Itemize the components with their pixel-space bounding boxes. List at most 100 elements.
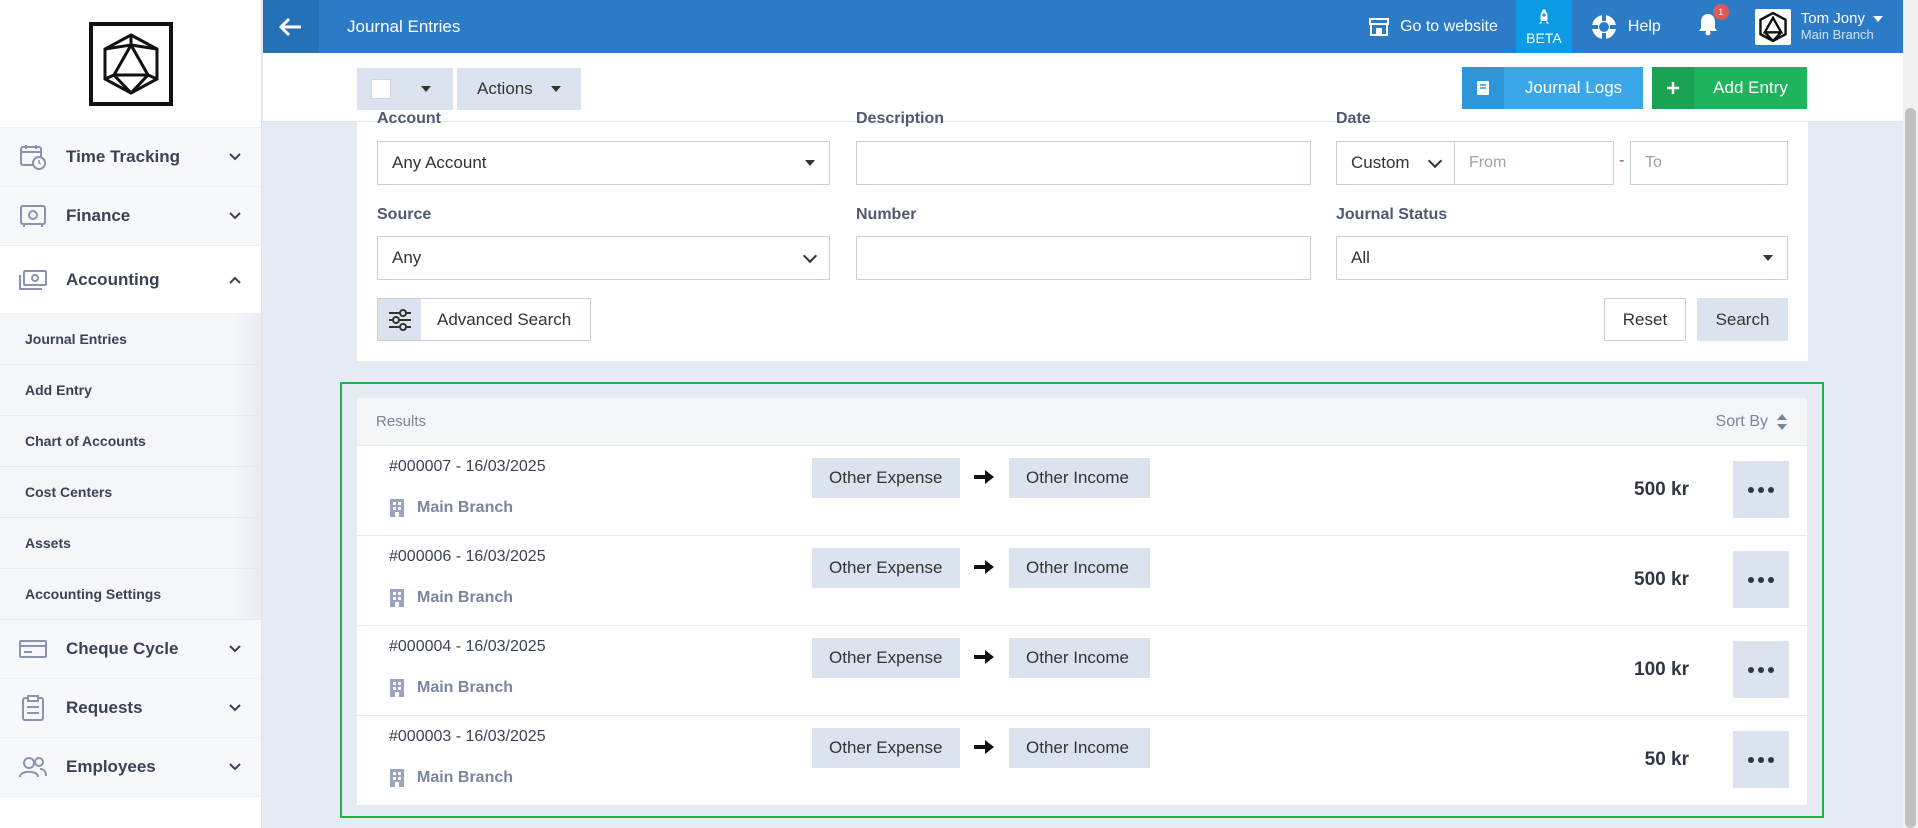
filter-panel: Account Any Account Description Date Cus… [357, 110, 1808, 361]
sidebar-item-accounting[interactable]: Accounting [0, 246, 261, 314]
account-select[interactable]: Any Account [377, 141, 830, 185]
date-separator: - [1619, 152, 1625, 169]
entry-amount: 500 kr [1634, 479, 1689, 500]
caret-down-icon [421, 86, 431, 92]
branch-label: Main Branch [417, 589, 514, 606]
reset-button[interactable]: Reset [1604, 298, 1686, 341]
accounting-submenu: Journal Entries Add Entry Chart of Accou… [0, 314, 261, 620]
entry-amount: 50 kr [1644, 749, 1689, 770]
clipboard-icon [18, 693, 48, 723]
advanced-search-button[interactable]: Advanced Search [377, 298, 591, 341]
user-branch: Main Branch [1800, 27, 1874, 42]
sliders-icon [378, 299, 421, 340]
sort-by-button[interactable]: Sort By [1716, 413, 1788, 431]
description-input[interactable] [856, 141, 1311, 185]
date-from-placeholder: From [1469, 154, 1507, 171]
chevron-down-icon [1427, 153, 1443, 169]
sidebar-item-cheque-cycle[interactable]: Cheque Cycle [0, 620, 261, 679]
arrow-right-icon [971, 644, 997, 670]
notifications-button[interactable]: 1 [1679, 0, 1737, 53]
go-to-website-link[interactable]: Go to website [1350, 0, 1516, 53]
cash-icon [18, 265, 48, 295]
sidebar-item-time-tracking[interactable]: Time Tracking [0, 128, 261, 187]
journal-logs-label: Journal Logs [1524, 78, 1623, 97]
results-header: Results Sort By [357, 398, 1807, 445]
beta-label: BETA [1526, 29, 1562, 46]
date-mode-select[interactable]: Custom [1336, 141, 1455, 185]
credit-account-tag: Other Income [1009, 458, 1150, 498]
debit-account-tag: Other Expense [812, 458, 960, 498]
date-from-input[interactable]: From [1454, 141, 1614, 185]
sidebar-subitem-assets[interactable]: Assets [0, 518, 261, 569]
chevron-down-icon [802, 248, 818, 264]
advanced-search-label: Advanced Search [437, 309, 572, 329]
select-all-checkbox[interactable] [371, 79, 391, 99]
clock-calendar-icon [18, 142, 48, 172]
notification-badge: 1 [1712, 4, 1729, 20]
more-options-button[interactable] [1733, 641, 1789, 698]
table-row[interactable]: #000004 - 16/03/2025 Main Branch Other E… [357, 625, 1807, 715]
actions-dropdown[interactable]: Actions [457, 68, 581, 110]
chevron-down-icon [227, 208, 243, 224]
date-label: Date [1336, 110, 1371, 127]
scrollbar[interactable] [1903, 0, 1918, 828]
account-label: Account [377, 110, 441, 127]
arrow-right-icon [971, 554, 997, 580]
description-label: Description [856, 110, 945, 127]
results-panel: Results Sort By #000007 - 16/03/2025 Mai… [357, 398, 1807, 805]
beta-button[interactable]: BETA [1515, 0, 1572, 53]
help-button[interactable]: Help [1572, 0, 1679, 53]
top-right-menu: Go to website BETA Help 1 Tom Jony Main … [1350, 0, 1903, 53]
results-title: Results [376, 413, 427, 430]
arrow-left-icon [279, 17, 301, 36]
safe-icon [18, 201, 48, 231]
sidebar-item-requests[interactable]: Requests [0, 679, 261, 738]
sort-icon [1777, 413, 1787, 430]
avatar [1754, 8, 1791, 45]
sidebar-subitem-chart-of-accounts[interactable]: Chart of Accounts [0, 416, 261, 467]
add-entry-button[interactable]: Add Entry [1652, 67, 1807, 109]
sidebar: Time Tracking Finance Accounting Journal… [0, 0, 262, 828]
company-logo[interactable] [88, 21, 173, 106]
credit-account-tag: Other Income [1009, 548, 1150, 588]
actions-label: Actions [477, 79, 533, 98]
debit-account-tag: Other Expense [812, 548, 960, 588]
sidebar-item-employees[interactable]: Employees [0, 738, 261, 797]
rocket-icon [1538, 8, 1549, 24]
sidebar-subitem-accounting-settings[interactable]: Accounting Settings [0, 569, 261, 620]
source-select[interactable]: Any [377, 236, 830, 280]
sidebar-item-label: Accounting [66, 269, 160, 289]
sidebar-item-finance[interactable]: Finance [0, 187, 261, 246]
cheque-icon [18, 634, 48, 664]
sidebar-item-label: Employees [66, 757, 156, 776]
entry-branch: Main Branch [389, 768, 513, 788]
date-to-input[interactable]: To [1630, 141, 1788, 185]
building-icon [390, 589, 404, 607]
select-all-dropdown[interactable] [357, 68, 453, 110]
people-icon [18, 752, 48, 782]
scrollbar-thumb[interactable] [1905, 108, 1916, 828]
more-options-button[interactable] [1733, 461, 1789, 518]
user-menu[interactable]: Tom Jony Main Branch [1737, 0, 1903, 53]
sidebar-subitem-cost-centers[interactable]: Cost Centers [0, 467, 261, 518]
number-input[interactable] [856, 236, 1311, 280]
more-options-button[interactable] [1733, 731, 1789, 788]
back-button[interactable] [263, 0, 319, 53]
more-options-button[interactable] [1733, 551, 1789, 608]
sidebar-item-label: Finance [66, 206, 131, 225]
source-label: Source [377, 206, 432, 223]
entry-amount: 100 kr [1634, 659, 1689, 680]
entry-branch: Main Branch [389, 498, 513, 518]
journal-status-label: Journal Status [1336, 206, 1448, 223]
chevron-down-icon [227, 759, 243, 775]
table-row[interactable]: #000007 - 16/03/2025 Main Branch Other E… [357, 445, 1807, 535]
table-row[interactable]: #000003 - 16/03/2025 Main Branch Other E… [357, 715, 1807, 805]
journal-logs-button[interactable]: Journal Logs [1462, 67, 1643, 109]
sidebar-subitem-journal-entries[interactable]: Journal Entries [0, 314, 261, 365]
go-to-website-label: Go to website [1400, 17, 1498, 35]
journal-status-value: All [1351, 248, 1370, 267]
sidebar-subitem-add-entry[interactable]: Add Entry [0, 365, 261, 416]
table-row[interactable]: #000006 - 16/03/2025 Main Branch Other E… [357, 535, 1807, 625]
search-button[interactable]: Search [1697, 298, 1788, 341]
journal-status-select[interactable]: All [1336, 236, 1788, 280]
